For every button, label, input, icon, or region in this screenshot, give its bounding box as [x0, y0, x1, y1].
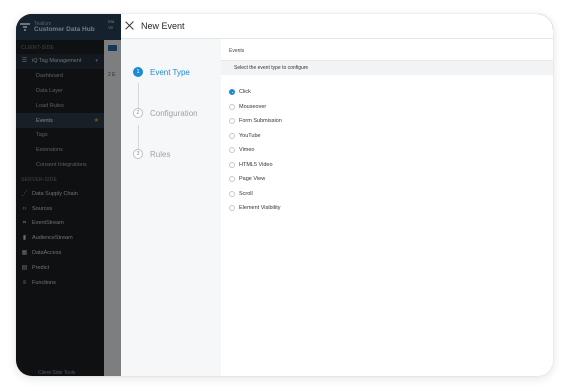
step-label: Configuration: [150, 108, 198, 118]
app-window: Tealium Customer Data Hub CLIENT-SIDE ☰ …: [16, 14, 553, 376]
option-vimeo[interactable]: Vimeo: [229, 143, 282, 158]
radio-button[interactable]: [229, 103, 235, 110]
option-scroll[interactable]: Scroll: [229, 187, 282, 202]
step-label: Event Type: [150, 67, 190, 77]
option-form-submission[interactable]: Form Submission: [229, 114, 282, 129]
step-configuration[interactable]: 2 Configuration: [133, 108, 198, 118]
radio-button[interactable]: [229, 132, 235, 139]
radio-button[interactable]: [229, 205, 235, 212]
step-label: Rules: [150, 149, 171, 159]
panel-label: Events: [229, 48, 245, 54]
option-click[interactable]: Click: [229, 85, 282, 100]
modal-title: New Event: [141, 21, 185, 31]
instruction-bar: Select the event type to configure: [221, 61, 553, 75]
option-page-view[interactable]: Page View: [229, 172, 282, 187]
radio-button[interactable]: [229, 147, 235, 154]
option-label: YouTube: [239, 132, 261, 139]
option-label: Form Submission: [239, 118, 282, 125]
option-label: Element Visibility: [239, 205, 281, 212]
step-number: 2: [133, 108, 143, 118]
radio-button[interactable]: [229, 89, 235, 96]
step-number: 3: [133, 149, 143, 159]
step-connector: [137, 83, 139, 109]
option-label: HTML5 Video: [239, 161, 273, 168]
radio-button[interactable]: [229, 161, 235, 168]
option-label: Click: [239, 89, 251, 96]
wizard-steps: 1 Event Type 2 Configuration 3 Rules: [121, 39, 221, 376]
radio-button[interactable]: [229, 118, 235, 125]
step-connector: [137, 125, 139, 151]
option-element-visibility[interactable]: Element Visibility: [229, 201, 282, 216]
option-label: Page View: [239, 176, 266, 183]
instruction-text: Select the event type to configure: [234, 65, 309, 71]
modal-backdrop[interactable]: [16, 14, 123, 376]
option-label: Mouseover: [239, 103, 267, 110]
option-mouseover[interactable]: Mouseover: [229, 100, 282, 115]
option-label: Vimeo: [239, 147, 255, 154]
event-type-options: Click Mouseover Form Submission YouTube …: [229, 85, 282, 216]
close-icon[interactable]: [125, 21, 135, 31]
step-number: 1: [133, 67, 143, 77]
option-youtube[interactable]: YouTube: [229, 129, 282, 144]
step-rules[interactable]: 3 Rules: [133, 149, 170, 159]
new-event-modal: New Event 1 Event Type 2 Configuration 3…: [121, 14, 553, 376]
option-label: Scroll: [239, 190, 253, 197]
radio-button[interactable]: [229, 190, 235, 197]
option-html5-video[interactable]: HTML5 Video: [229, 158, 282, 173]
step-event-type[interactable]: 1 Event Type: [133, 67, 190, 77]
radio-button[interactable]: [229, 176, 235, 183]
modal-header: New Event: [121, 14, 553, 39]
event-type-panel: Events Select the event type to configur…: [221, 39, 553, 376]
